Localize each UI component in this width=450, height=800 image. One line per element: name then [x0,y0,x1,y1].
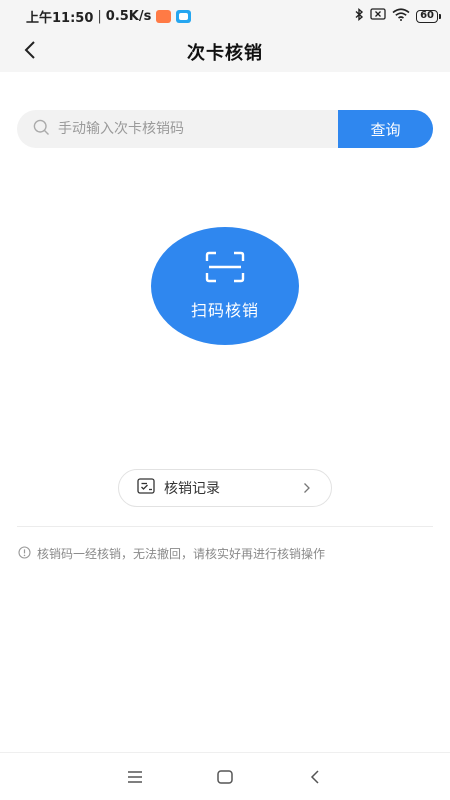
record-list-icon [137,477,156,499]
no-sim-icon [370,8,386,24]
nav-bar: 次卡核销 [0,32,450,72]
battery-level: 60 [420,10,434,21]
wifi-icon [392,7,410,25]
battery-icon: 60 [416,9,441,23]
back-button[interactable] [14,36,46,68]
search-row: 查询 [17,110,433,148]
status-bar: 上午11:50 | 0.5K/s 60 [0,0,450,32]
network-speed: 0.5K/s [105,8,152,24]
notice-text: 核销码一经核销，无法撤回，请核实好再进行核销操作 [37,547,326,561]
status-left: 上午11:50 | 0.5K/s [26,7,192,26]
notice: 核销码一经核销，无法撤回，请核实好再进行核销操作 [18,545,325,562]
bluetooth-icon [354,7,364,25]
query-button[interactable]: 查询 [338,110,433,148]
records-label: 核销记录 [164,481,220,497]
status-separator: | [97,8,102,24]
records-button[interactable]: 核销记录 [118,469,332,507]
back-icon[interactable] [300,762,330,792]
search-box[interactable] [17,110,338,148]
home-icon[interactable] [210,762,240,792]
status-right: 60 [354,7,441,25]
blue-notification-icon [176,9,192,23]
orange-notification-icon [156,9,172,23]
menu-icon[interactable] [120,762,150,792]
divider [17,526,433,527]
search-input[interactable] [58,121,338,137]
system-nav-bar [0,752,450,800]
info-icon [18,545,31,562]
scan-frame-icon [205,251,245,287]
status-time: 上午11:50 [26,10,94,26]
back-arrow-icon [23,40,37,64]
page-title: 次卡核销 [187,43,263,64]
search-icon [33,119,50,140]
scan-label: 扫码核销 [190,301,259,320]
scan-verify-button[interactable]: 扫码核销 [151,227,299,345]
chevron-right-icon [303,482,311,494]
